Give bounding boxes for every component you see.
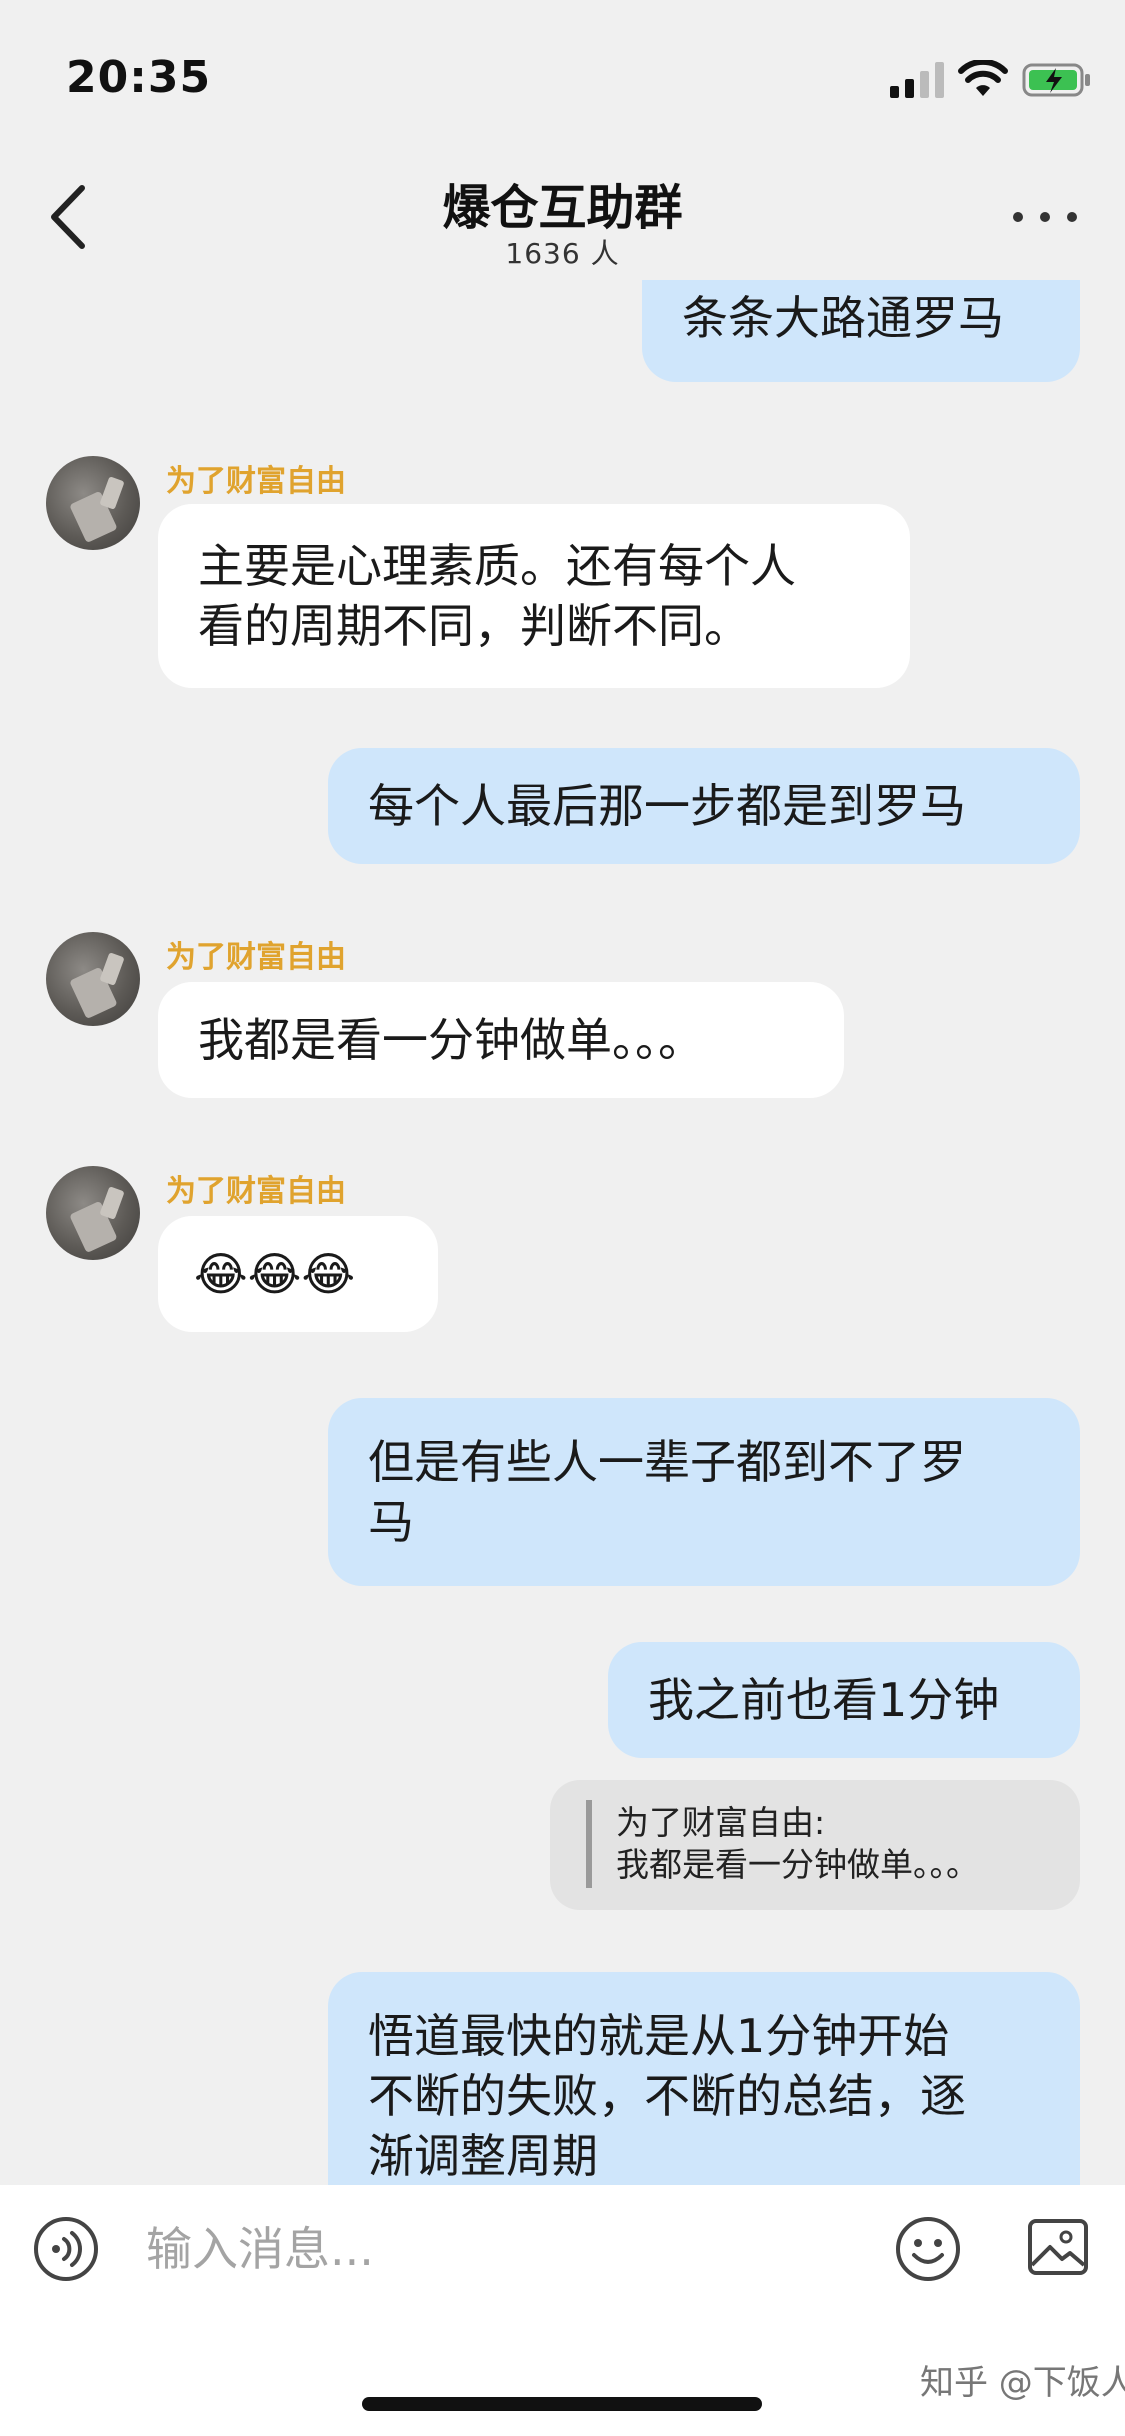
quote-author: 为了财富自由: (616, 1803, 826, 1842)
avatar[interactable] (46, 932, 140, 1026)
more-options-icon[interactable] (1010, 202, 1080, 232)
battery-charging-icon (1022, 63, 1090, 97)
message-line: 看的周期不同，判断不同。 (198, 599, 750, 653)
message-text: 条条大路通罗马 (682, 291, 1004, 345)
cellular-signal-icon (890, 62, 944, 98)
message-text: 我之前也看1分钟 (648, 1673, 1000, 1727)
message-outgoing[interactable]: 每个人最后那一步都是到罗马 (328, 748, 1080, 864)
status-time: 20:35 (66, 52, 212, 103)
message-line: 不断的失败，不断的总结，逐 (368, 2069, 966, 2123)
message-line: 主要是心理素质。还有每个人 (198, 539, 796, 593)
avatar-image-icon (70, 1187, 124, 1252)
input-bar: 知乎 @下饭人 (0, 2185, 1125, 2436)
message-line: 马 (368, 1495, 414, 1549)
message-incoming[interactable]: 我都是看一分钟做单。。。 (158, 982, 844, 1098)
sender-name: 为了财富自由 (166, 1174, 346, 1209)
home-indicator[interactable] (362, 2397, 762, 2411)
message-incoming[interactable]: 主要是心理素质。还有每个人 看的周期不同，判断不同。 (158, 504, 910, 688)
watermark: 知乎 @下饭人 (920, 2363, 1125, 2403)
sender-name: 为了财富自由 (166, 940, 346, 975)
quote-bar (586, 1800, 592, 1888)
message-incoming[interactable]: 😂😂😂 (158, 1216, 438, 1332)
message-text: 我都是看一分钟做单。。。 (198, 1013, 704, 1067)
wifi-icon (958, 60, 1008, 96)
message-list[interactable]: 条条大路通罗马 为了财富自由 主要是心理素质。还有每个人 看的周期不同，判断不同… (0, 280, 1125, 2185)
message-outgoing[interactable]: 悟道最快的就是从1分钟开始 不断的失败，不断的总结，逐 渐调整周期 (328, 1972, 1080, 2185)
chat-header: 爆仓互助群 1636 人 (0, 150, 1125, 280)
message-outgoing[interactable]: 条条大路通罗马 (642, 280, 1080, 382)
message-outgoing[interactable]: 我之前也看1分钟 (608, 1642, 1080, 1758)
message-line: 悟道最快的就是从1分钟开始 (368, 2009, 950, 2063)
quoted-message[interactable]: 为了财富自由: 我都是看一分钟做单。。。 (550, 1780, 1080, 1910)
message-outgoing[interactable]: 但是有些人一辈子都到不了罗 马 (328, 1398, 1080, 1586)
quote-text: 我都是看一分钟做单。。。 (616, 1845, 979, 1884)
avatar-image-icon (70, 953, 124, 1018)
avatar[interactable] (46, 1166, 140, 1260)
voice-input-icon[interactable] (32, 2215, 100, 2283)
image-picker-icon[interactable] (1026, 2215, 1090, 2279)
message-line: 但是有些人一辈子都到不了罗 (368, 1435, 966, 1489)
sender-name: 为了财富自由 (166, 464, 346, 499)
emoji-text: 😂😂😂 (194, 1247, 356, 1301)
avatar[interactable] (46, 456, 140, 550)
emoji-icon[interactable] (894, 2215, 962, 2283)
message-line: 渐调整周期 (368, 2129, 598, 2183)
member-count: 1636 人 (505, 237, 620, 270)
chat-title: 爆仓互助群 (442, 180, 683, 236)
status-bar: 20:35 (0, 0, 1125, 150)
message-text: 每个人最后那一步都是到罗马 (368, 779, 966, 833)
quote-content: 为了财富自由: 我都是看一分钟做单。。。 (616, 1802, 979, 1886)
avatar-image-icon (70, 477, 124, 542)
message-input[interactable] (146, 2213, 846, 2285)
